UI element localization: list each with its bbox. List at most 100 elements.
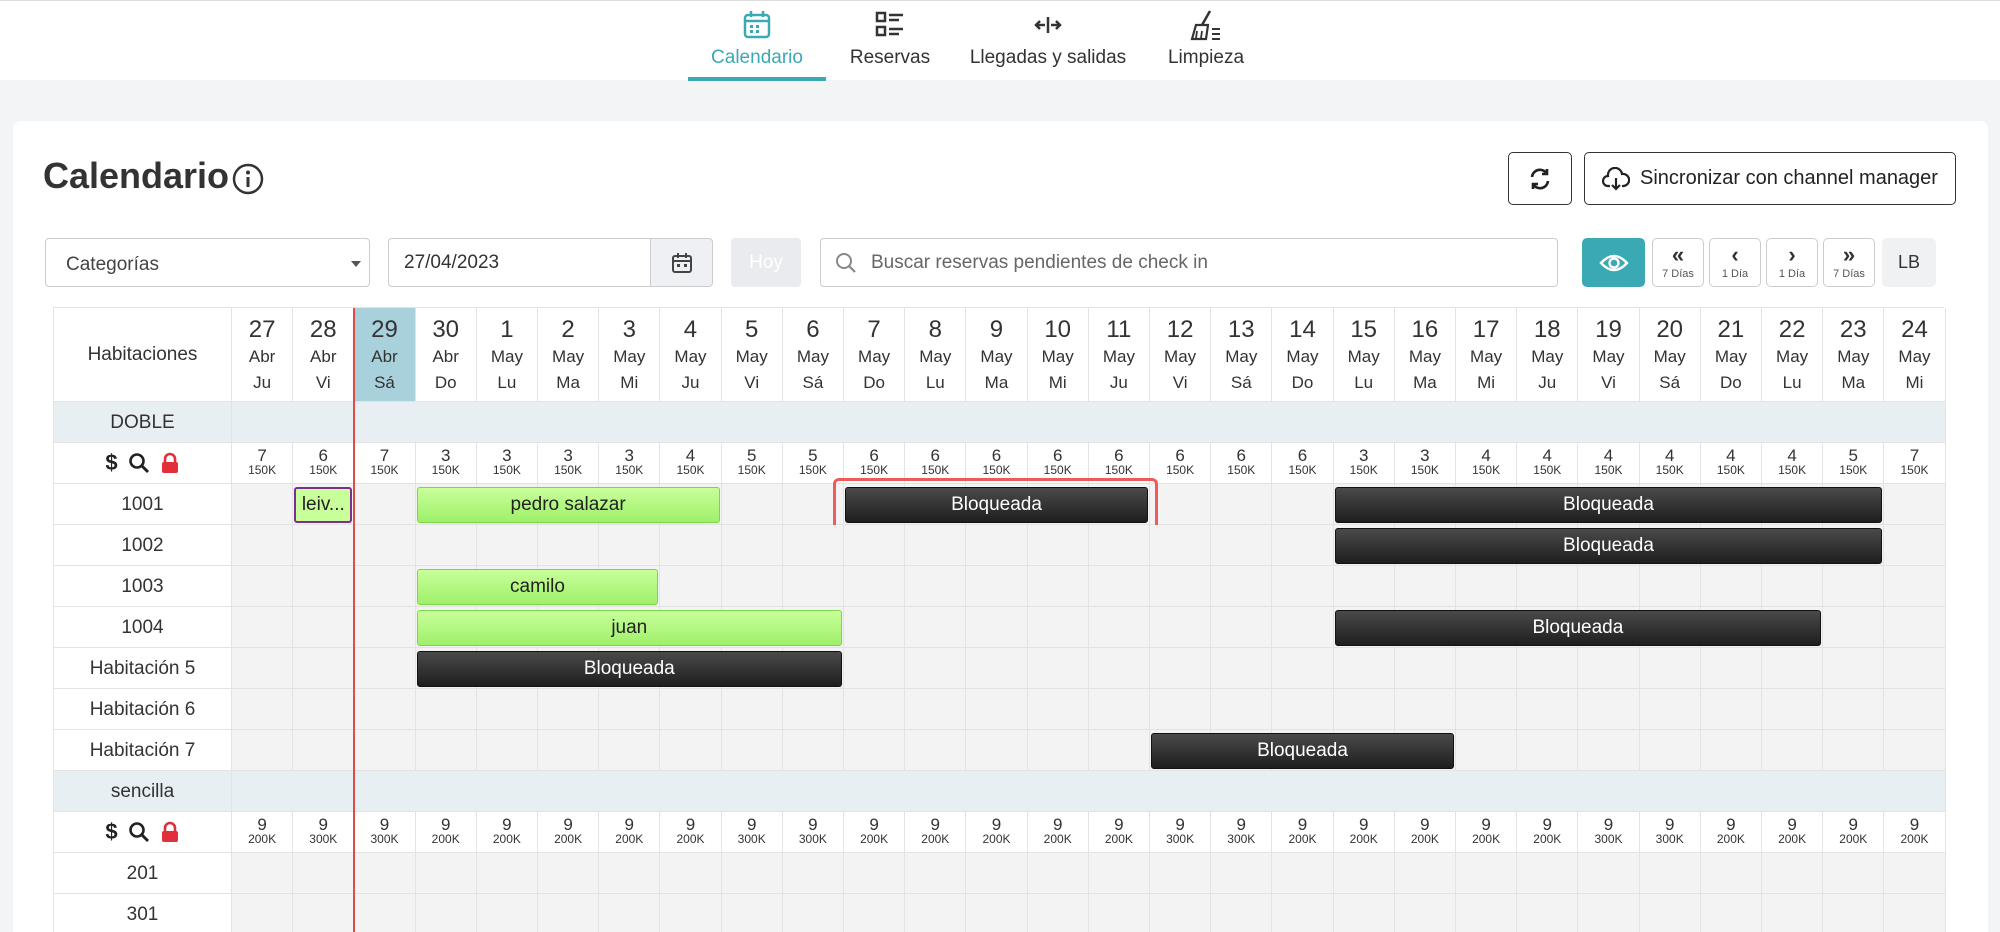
day-cell[interactable] <box>538 730 600 771</box>
day-cell[interactable] <box>966 894 1028 932</box>
day-cell[interactable] <box>293 566 355 607</box>
day-cell[interactable] <box>1027 648 1089 689</box>
day-cell[interactable] <box>1639 566 1701 607</box>
day-cell[interactable] <box>415 730 477 771</box>
day-cell[interactable] <box>1884 648 1946 689</box>
day-cell[interactable] <box>476 689 538 730</box>
day-header[interactable]: 2 May Ma <box>538 308 600 402</box>
day-cell[interactable] <box>844 607 906 648</box>
day-cell[interactable] <box>232 525 294 566</box>
day-cell[interactable] <box>966 525 1028 566</box>
day-cell[interactable] <box>1211 853 1273 894</box>
rate-cell[interactable]: 6 150K <box>1150 443 1212 484</box>
day-cell[interactable] <box>721 689 783 730</box>
day-cell[interactable] <box>1150 525 1212 566</box>
day-cell[interactable] <box>721 894 783 932</box>
room-name[interactable]: Habitación 5 <box>54 648 232 689</box>
day-cell[interactable] <box>1027 730 1089 771</box>
day-cell[interactable] <box>232 607 294 648</box>
search-input[interactable] <box>871 239 1551 286</box>
rate-cell[interactable]: 7 150K <box>1884 443 1946 484</box>
day-cell[interactable] <box>476 525 538 566</box>
day-header[interactable]: 17 May Mi <box>1456 308 1518 402</box>
day-cell[interactable] <box>415 894 477 932</box>
day-cell[interactable] <box>1394 566 1456 607</box>
day-cell[interactable] <box>293 525 355 566</box>
day-cell[interactable] <box>905 853 967 894</box>
day-cell[interactable] <box>844 853 906 894</box>
day-cell[interactable] <box>905 525 967 566</box>
day-cell[interactable] <box>599 853 661 894</box>
day-cell[interactable] <box>232 894 294 932</box>
day-cell[interactable] <box>232 853 294 894</box>
day-cell[interactable] <box>905 894 967 932</box>
day-cell[interactable] <box>1211 894 1273 932</box>
day-header[interactable]: 4 May Ju <box>660 308 722 402</box>
day-cell[interactable] <box>1272 853 1334 894</box>
day-cell[interactable] <box>1578 566 1640 607</box>
day-cell[interactable] <box>905 689 967 730</box>
day-header[interactable]: 14 May Do <box>1272 308 1334 402</box>
day-cell[interactable] <box>721 566 783 607</box>
reservation-bar[interactable]: juan <box>416 610 842 646</box>
day-cell[interactable] <box>1823 566 1885 607</box>
day-cell[interactable] <box>1394 648 1456 689</box>
day-cell[interactable] <box>966 648 1028 689</box>
day-header[interactable]: 6 May Sá <box>782 308 844 402</box>
day-cell[interactable] <box>1762 894 1824 932</box>
day-cell[interactable] <box>599 730 661 771</box>
day-cell[interactable] <box>476 853 538 894</box>
rate-cell[interactable]: 4 150K <box>660 443 722 484</box>
day-cell[interactable] <box>1272 607 1334 648</box>
day-cell[interactable] <box>232 730 294 771</box>
day-cell[interactable] <box>721 730 783 771</box>
rate-cell[interactable]: 7 150K <box>354 443 416 484</box>
reservation-bar[interactable]: Bloqueada <box>1334 528 1883 564</box>
day-cell[interactable] <box>1272 525 1334 566</box>
rate-cell[interactable]: 9 200K <box>1272 812 1334 853</box>
day-cell[interactable] <box>599 894 661 932</box>
day-cell[interactable] <box>293 689 355 730</box>
room-name[interactable]: 201 <box>54 853 232 894</box>
day-cell[interactable] <box>599 525 661 566</box>
rate-cell[interactable]: 4 150K <box>1700 443 1762 484</box>
day-header[interactable]: 12 May Vi <box>1150 308 1212 402</box>
day-cell[interactable] <box>1272 566 1334 607</box>
day-cell[interactable] <box>1823 853 1885 894</box>
day-cell[interactable] <box>1762 648 1824 689</box>
day-cell[interactable] <box>1088 689 1150 730</box>
day-cell[interactable] <box>1884 484 1946 525</box>
rate-cell[interactable]: 9 200K <box>905 812 967 853</box>
day-cell[interactable] <box>1884 689 1946 730</box>
day-cell[interactable] <box>354 730 416 771</box>
room-name[interactable]: 301 <box>54 894 232 932</box>
day-cell[interactable] <box>1456 689 1518 730</box>
day-cell[interactable] <box>1088 894 1150 932</box>
day-cell[interactable] <box>782 689 844 730</box>
day-cell[interactable] <box>293 730 355 771</box>
day-cell[interactable] <box>1027 894 1089 932</box>
day-cell[interactable] <box>415 853 477 894</box>
room-name[interactable]: Habitación 6 <box>54 689 232 730</box>
rate-cell[interactable]: 3 150K <box>538 443 600 484</box>
toggle-visibility-button[interactable] <box>1582 238 1645 287</box>
rate-cell[interactable]: 9 300K <box>293 812 355 853</box>
day-cell[interactable] <box>232 648 294 689</box>
day-cell[interactable] <box>293 853 355 894</box>
rate-cell[interactable]: 3 150K <box>599 443 661 484</box>
day-cell[interactable] <box>1823 648 1885 689</box>
rate-cell[interactable]: 9 200K <box>1823 812 1885 853</box>
day-cell[interactable] <box>844 648 906 689</box>
day-cell[interactable] <box>721 525 783 566</box>
reservation-bar[interactable]: Bloqueada <box>416 651 842 687</box>
day-cell[interactable] <box>1456 648 1518 689</box>
day-header[interactable]: 27 Abr Ju <box>232 308 294 402</box>
lock-icon[interactable] <box>160 821 180 843</box>
rate-cell[interactable]: 9 200K <box>1517 812 1579 853</box>
rate-cell[interactable]: 3 150K <box>1333 443 1395 484</box>
prev-7-days-button[interactable]: « 7 Días <box>1652 238 1704 287</box>
sync-channel-manager-button[interactable]: Sincronizar con channel manager <box>1584 152 1956 205</box>
tab-reservas[interactable]: Reservas <box>840 1 940 81</box>
day-cell[interactable] <box>1088 730 1150 771</box>
day-cell[interactable] <box>1272 484 1334 525</box>
